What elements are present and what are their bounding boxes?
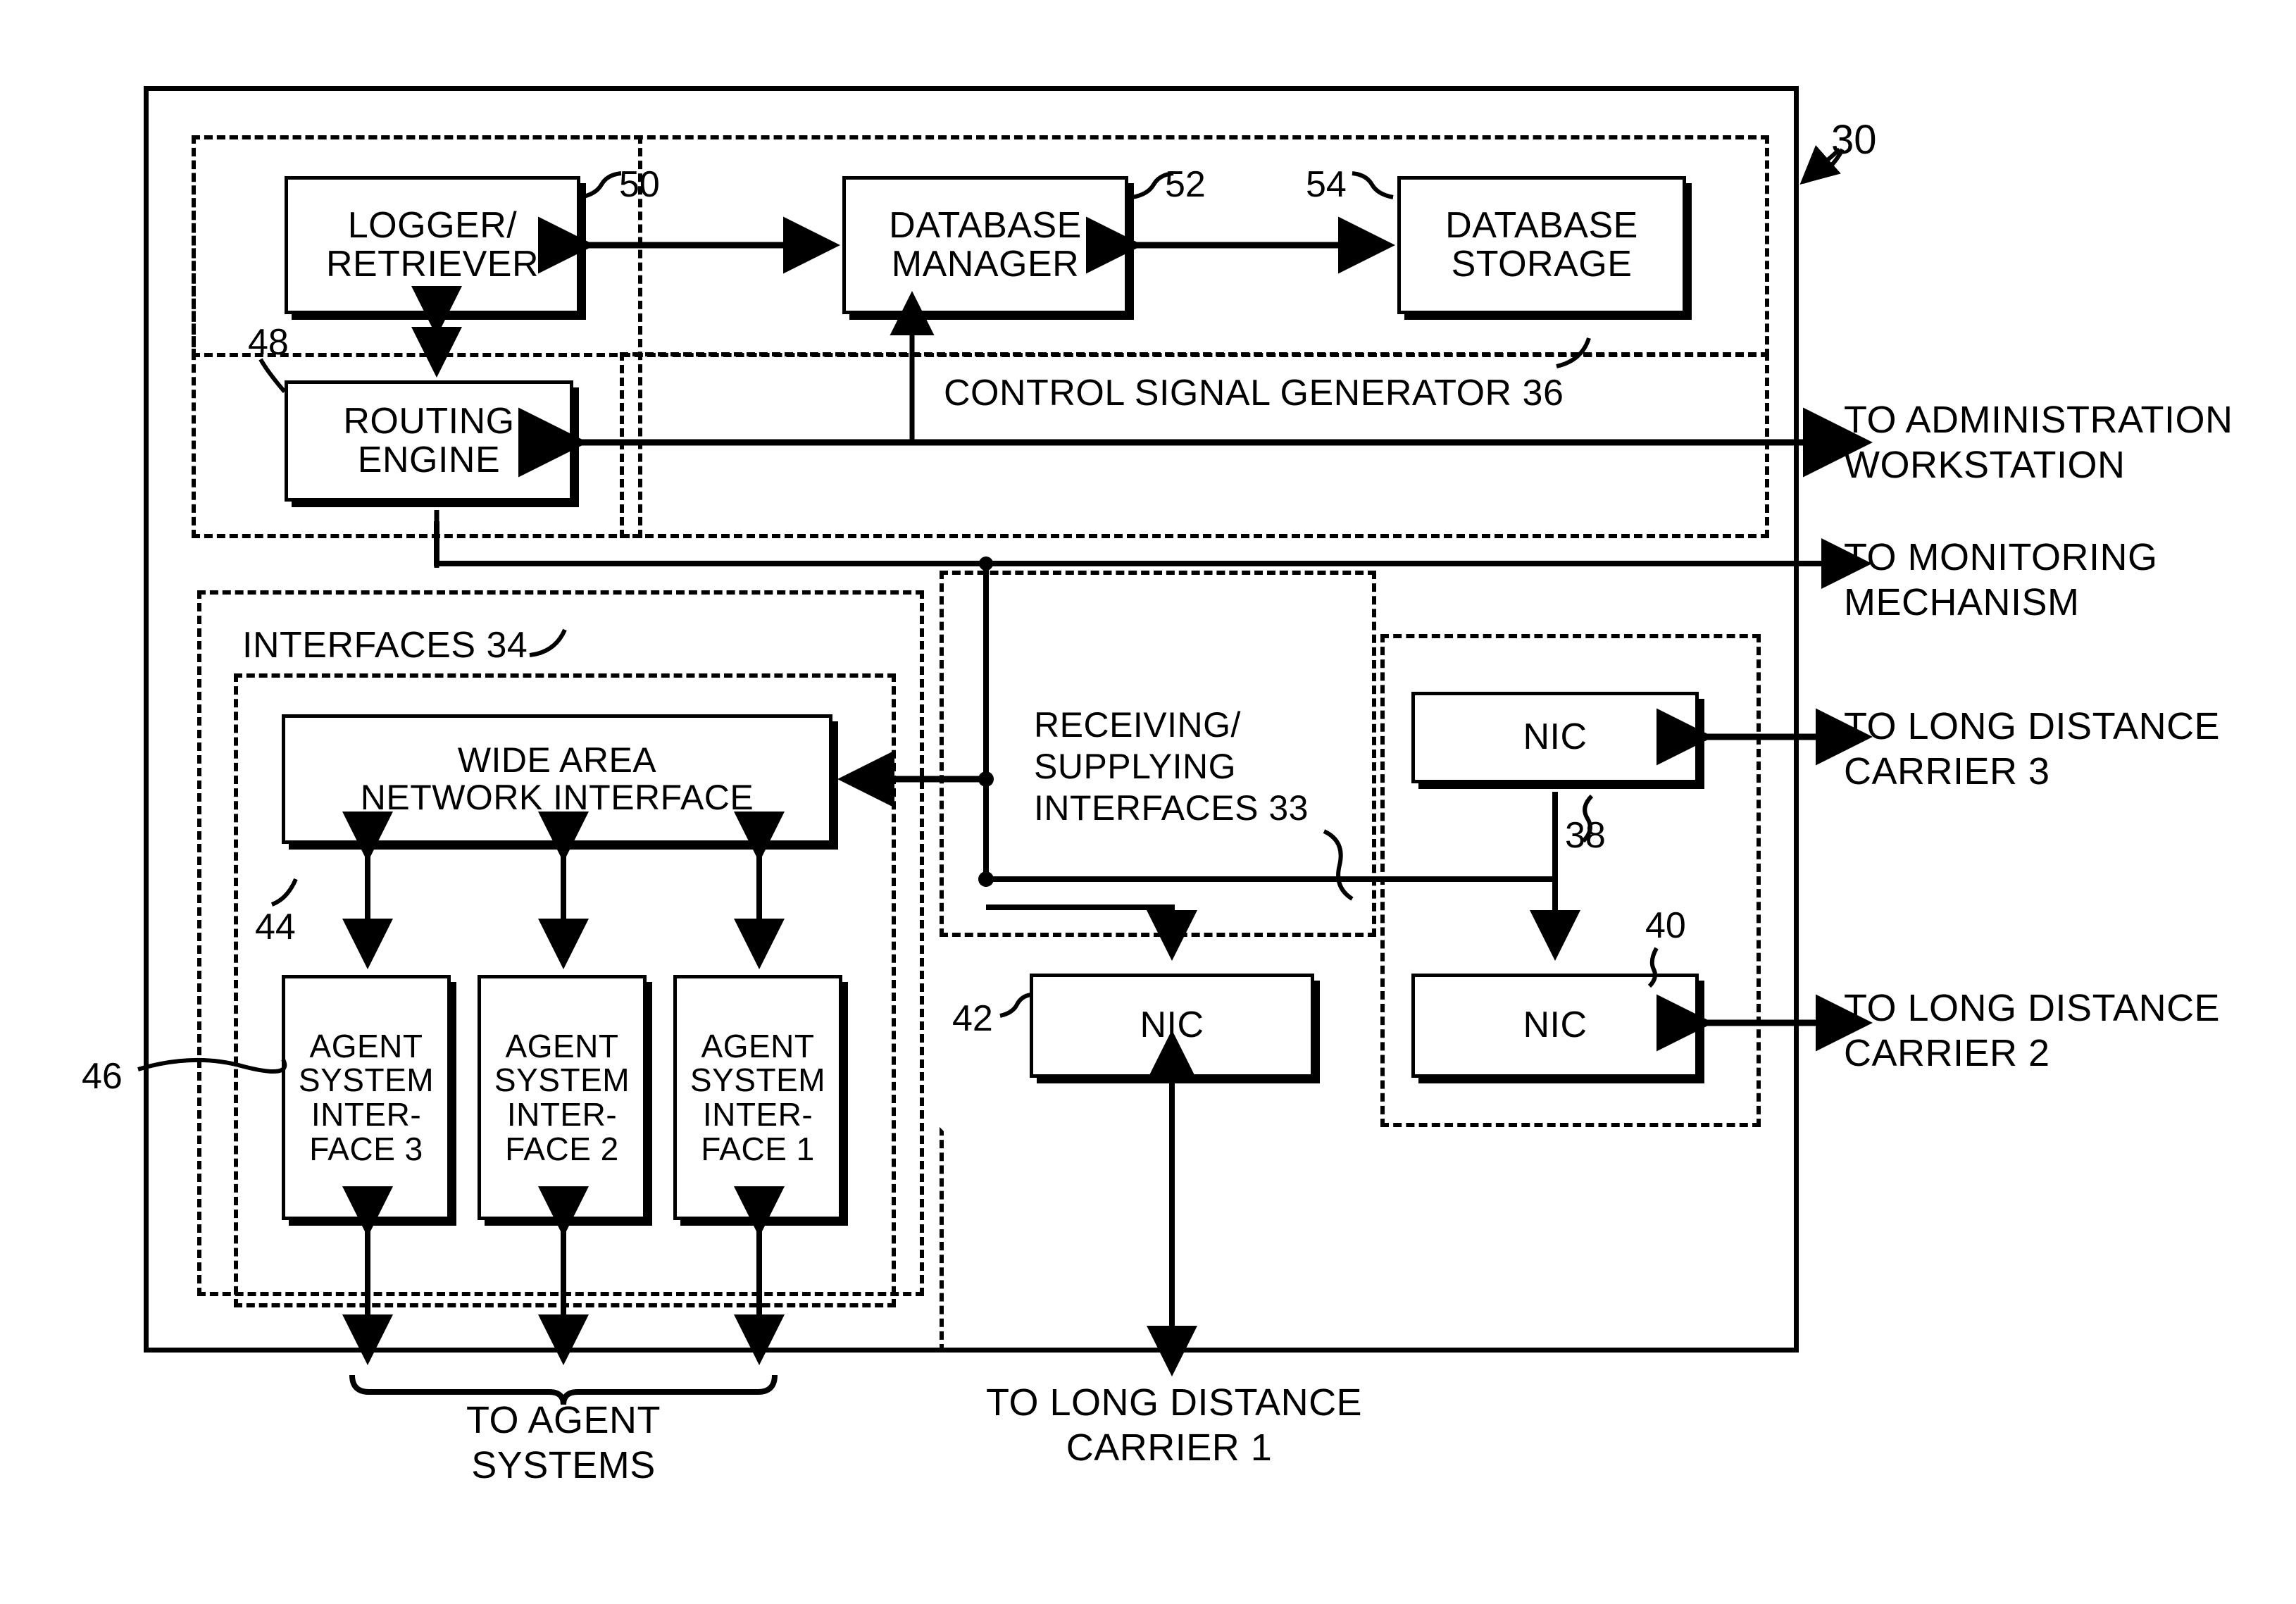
- agent-system-interface-1-box[interactable]: AGENT SYSTEM INTER- FACE 1: [673, 975, 842, 1220]
- wide-area-network-interface-box[interactable]: WIDE AREA NETWORK INTERFACE: [282, 714, 832, 844]
- nic-top-right-box[interactable]: NIC: [1411, 692, 1699, 783]
- nic-bottom-right-label: NIC: [1523, 1005, 1587, 1046]
- ref-42: 42: [952, 998, 993, 1039]
- ref-52: 52: [1165, 164, 1206, 205]
- agent-system-interface-3-label: AGENT SYSTEM INTER- FACE 3: [298, 1027, 435, 1167]
- nic-bottom-left-label: NIC: [1140, 1005, 1204, 1046]
- ref-50: 50: [619, 164, 660, 205]
- agent-system-interface-2-box[interactable]: AGENT SYSTEM INTER- FACE 2: [478, 975, 647, 1220]
- to-long-distance-carrier-2-label: TO LONG DISTANCE CARRIER 2: [1844, 987, 2221, 1074]
- ref-54: 54: [1306, 164, 1347, 205]
- to-administration-workstation-label: TO ADMINISTRATION WORKSTATION: [1844, 399, 2233, 486]
- nic-bottom-right-box[interactable]: NIC: [1411, 974, 1699, 1078]
- routing-engine-label: ROUTING ENGINE: [343, 400, 515, 480]
- ref-30: 30: [1831, 117, 1877, 163]
- database-manager-label: DATABASE MANAGER: [889, 204, 1082, 285]
- agent-system-interface-2-label: AGENT SYSTEM INTER- FACE 2: [494, 1027, 630, 1167]
- agent-system-interface-3-box[interactable]: AGENT SYSTEM INTER- FACE 3: [282, 975, 451, 1220]
- ref-46: 46: [82, 1056, 123, 1097]
- receiving-supplying-interfaces-label: RECEIVING/ SUPPLYING INTERFACES 33: [1034, 705, 1309, 828]
- ref-48: 48: [248, 322, 289, 363]
- lower-dashed-region: [940, 1127, 1769, 1353]
- interfaces-label: INTERFACES 34: [242, 625, 528, 666]
- ref-44: 44: [255, 907, 296, 947]
- database-manager-box[interactable]: DATABASE MANAGER: [842, 176, 1128, 314]
- logger-retriever-box[interactable]: LOGGER/ RETRIEVER: [285, 176, 580, 314]
- to-long-distance-carrier-3-label: TO LONG DISTANCE CARRIER 3: [1844, 705, 2221, 792]
- wide-area-network-interface-label: WIDE AREA NETWORK INTERFACE: [360, 740, 754, 817]
- nic-bottom-left-box[interactable]: NIC: [1030, 974, 1314, 1078]
- to-monitoring-mechanism-label: TO MONITORING MECHANISM: [1844, 536, 2158, 623]
- agent-system-interface-1-label: AGENT SYSTEM INTER- FACE 1: [690, 1027, 826, 1167]
- ref-38: 38: [1565, 815, 1606, 856]
- routing-engine-box[interactable]: ROUTING ENGINE: [285, 380, 573, 502]
- ref-40: 40: [1645, 905, 1686, 946]
- database-storage-label: DATABASE STORAGE: [1445, 204, 1638, 285]
- nic-top-right-label: NIC: [1523, 716, 1587, 758]
- to-long-distance-carrier-1-label: TO LONG DISTANCE CARRIER 1: [986, 1381, 1363, 1469]
- logger-retriever-label: LOGGER/ RETRIEVER: [325, 204, 539, 285]
- database-storage-box[interactable]: DATABASE STORAGE: [1397, 176, 1686, 314]
- control-signal-generator-label: CONTROL SIGNAL GENERATOR 36: [944, 373, 1564, 414]
- patent-figure-canvas: LOGGER/ RETRIEVER 50 DATABASE MANAGER 52…: [0, 0, 2296, 1604]
- to-agent-systems-label: TO AGENT SYSTEMS: [466, 1399, 661, 1486]
